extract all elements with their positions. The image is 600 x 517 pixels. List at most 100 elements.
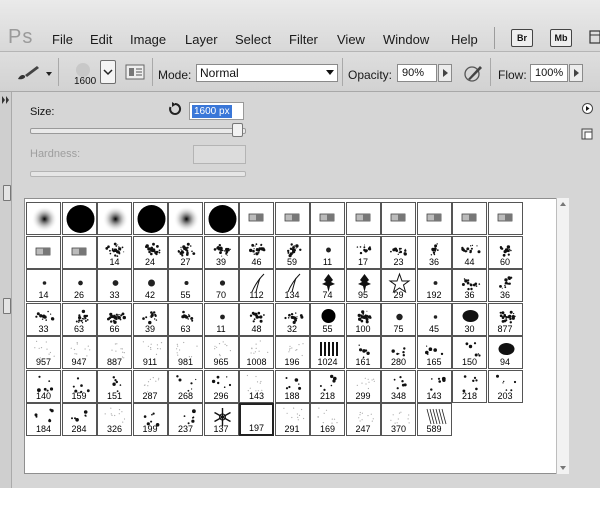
brush-preset[interactable]: 94 [487,336,523,369]
menu-window[interactable]: Window [383,32,429,47]
brush-preset[interactable]: 137 [203,403,239,436]
brush-preset[interactable]: 887 [97,336,132,369]
brush-preset[interactable]: 95 [345,269,381,302]
brush-panel-toggle-icon[interactable] [124,61,146,83]
mode-select[interactable]: Normal [196,64,338,82]
brush-preset[interactable]: 30 [452,302,487,336]
brush-preset[interactable] [132,202,168,235]
brush-preset[interactable]: 165 [416,336,452,369]
minibridge-button[interactable]: Mb [550,29,572,47]
brush-preset[interactable]: 140 [26,369,61,403]
brush-preset[interactable]: 150 [452,336,487,369]
brush-preset[interactable]: 11 [203,302,239,336]
brush-preset[interactable]: 291 [274,403,310,436]
opacity-input[interactable]: 90% [397,64,437,82]
brush-preset[interactable]: 66 [97,302,132,336]
brush-preset[interactable]: 33 [26,302,61,336]
brush-preset[interactable]: 39 [203,235,239,269]
size-input[interactable]: 1600 px [189,102,244,120]
brush-preset[interactable]: 70 [203,269,239,302]
brush-preset[interactable]: 112 [239,269,274,302]
brush-preset[interactable]: 280 [381,336,416,369]
brush-preset[interactable]: 59 [274,235,310,269]
brush-preset[interactable] [168,202,203,235]
menu-layer[interactable]: Layer [185,32,218,47]
brush-preset[interactable]: 63 [168,302,203,336]
brush-preset[interactable]: 134 [274,269,310,302]
brush-preset[interactable]: 36 [487,269,523,302]
menu-view[interactable]: View [337,32,365,47]
brush-preset[interactable]: 24 [132,235,168,269]
brush-preset[interactable] [345,202,381,235]
brush-preset[interactable]: 184 [26,403,61,436]
brush-preset[interactable]: 877 [487,302,523,336]
brush-tool-icon[interactable] [16,64,54,82]
brush-preset[interactable]: 957 [26,336,61,369]
brush-preset[interactable]: 326 [97,403,132,436]
brush-preset[interactable]: 44 [452,235,487,269]
brush-preset[interactable]: 75 [381,302,416,336]
brush-preset[interactable]: 287 [132,369,168,403]
menu-file[interactable]: File [52,32,73,47]
brush-preset[interactable] [239,202,274,235]
brush-preset[interactable] [26,235,61,269]
brush-preset[interactable]: 348 [381,369,416,403]
brush-preset[interactable]: 196 [274,336,310,369]
menu-select[interactable]: Select [235,32,271,47]
brush-preset[interactable]: 237 [168,403,203,436]
size-slider-thumb[interactable] [232,123,243,137]
dock-grip-handle[interactable] [3,185,11,201]
brush-preset[interactable]: 32 [274,302,310,336]
brush-preset[interactable]: 169 [310,403,345,436]
brush-preset[interactable]: 39 [132,302,168,336]
brush-preset[interactable]: 27 [168,235,203,269]
brush-preset[interactable]: 161 [345,336,381,369]
brush-preset[interactable]: 370 [381,403,416,436]
brush-preset[interactable]: 63 [61,302,97,336]
brush-preset[interactable] [274,202,310,235]
brush-preset[interactable]: 188 [274,369,310,403]
brush-preset[interactable] [416,202,452,235]
brush-preset[interactable]: 45 [416,302,452,336]
brush-preset[interactable] [452,202,487,235]
brush-preset[interactable]: 218 [452,369,487,403]
brush-preset[interactable]: 55 [168,269,203,302]
brush-preset[interactable]: 74 [310,269,345,302]
scroll-up-icon[interactable] [560,202,566,206]
brush-preset[interactable]: 42 [132,269,168,302]
brush-preset[interactable]: 268 [168,369,203,403]
new-preset-icon[interactable] [581,128,593,140]
bridge-button[interactable]: Br [511,29,533,47]
brush-preset[interactable]: 29 [381,269,416,302]
presets-scrollbar[interactable] [556,198,569,474]
brush-preset[interactable]: 284 [61,403,97,436]
brush-preset[interactable]: 199 [132,403,168,436]
brush-preset[interactable] [381,202,416,235]
brush-preset[interactable] [26,202,61,235]
brush-preset[interactable]: 143 [416,369,452,403]
brush-preset[interactable]: 981 [168,336,203,369]
size-slider-track[interactable] [30,128,246,134]
brush-preset[interactable]: 14 [97,235,132,269]
brush-preset[interactable]: 100 [345,302,381,336]
reset-size-icon[interactable] [168,102,182,116]
flow-input[interactable]: 100% [530,64,568,82]
brush-preset[interactable] [487,202,523,235]
brush-preset[interactable]: 23 [381,235,416,269]
brush-preset[interactable]: 60 [487,235,523,269]
brush-preset[interactable]: 26 [61,269,97,302]
brush-preset[interactable]: 203 [487,369,523,403]
brush-preset[interactable]: 1008 [239,336,274,369]
brush-preset[interactable]: 589 [416,403,452,436]
brush-preset[interactable]: 17 [345,235,381,269]
tablet-pressure-opacity-icon[interactable] [462,63,484,83]
scroll-down-icon[interactable] [560,466,566,470]
brush-preset[interactable]: 14 [26,269,61,302]
brush-preset[interactable] [310,202,345,235]
brush-preset[interactable]: 46 [239,235,274,269]
menu-edit[interactable]: Edit [90,32,112,47]
brush-preset[interactable]: 55 [310,302,345,336]
brush-preset[interactable]: 218 [310,369,345,403]
brush-preset[interactable] [203,202,239,235]
brush-preset-selected[interactable]: 197 [239,403,274,436]
